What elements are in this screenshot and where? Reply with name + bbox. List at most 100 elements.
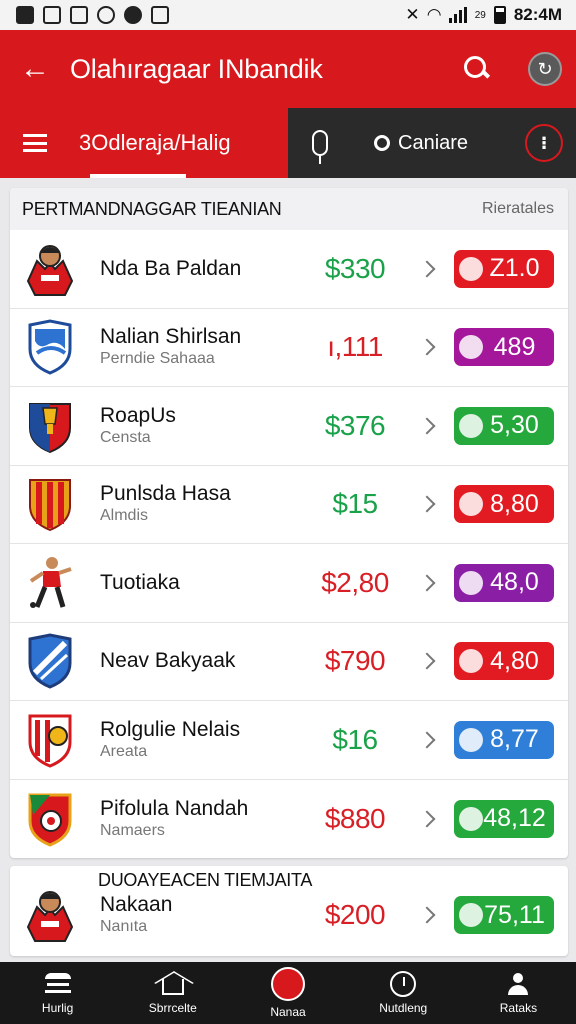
secondary-list-card: DUOAYEACEN TIEMJAITA Nakaan Nanıta $200 75,… — [10, 866, 568, 956]
row-names: Pifolula Nandah Namaers — [100, 797, 300, 841]
chevron-right-icon[interactable] — [418, 650, 440, 672]
battery-icon — [493, 6, 506, 24]
table-row[interactable]: Nalian Shirlsan Perndie Sahaaa ı,111 489 — [10, 309, 568, 387]
row-names: Tuotiaka — [100, 571, 300, 595]
table-row[interactable]: Punlsda Hasa Almdis $15 8,80 — [10, 466, 568, 544]
table-row[interactable]: RoapUs Censta $376 5,30 — [10, 387, 568, 466]
rating-badge[interactable]: 48,0 — [454, 563, 554, 602]
badge-value: 48,0 — [490, 568, 539, 597]
bank-icon — [44, 971, 71, 997]
row-subtitle: Nanıta — [100, 918, 148, 936]
microphone-icon[interactable] — [312, 130, 328, 164]
rating-badge[interactable]: 5,30 — [454, 406, 554, 445]
row-name: Nakaan — [100, 893, 173, 917]
team-logo-icon — [24, 791, 76, 847]
chevron-right-icon[interactable] — [418, 808, 440, 830]
rating-badge[interactable]: 8,77 — [454, 720, 554, 759]
chevron-right-icon[interactable] — [418, 572, 440, 594]
status-notifications — [16, 6, 169, 24]
notification-circle-icon — [97, 6, 115, 24]
team-logo-icon — [24, 398, 76, 454]
chevron-right-icon[interactable] — [418, 729, 440, 751]
status-bar: ✕ ◠ 29 82:4M — [0, 0, 576, 30]
row-price: $15 — [332, 488, 378, 520]
signal-icon — [448, 7, 467, 23]
row-price: $790 — [324, 645, 386, 677]
search-icon[interactable] — [462, 54, 492, 84]
list-header: PERTMANDNAGGAR TIEANIAN Rieratales — [10, 188, 568, 230]
badge-value: 48,12 — [483, 804, 546, 833]
team-logo-icon — [24, 633, 76, 689]
rating-badge[interactable]: 48,12 — [454, 799, 554, 838]
badge-value: 4,80 — [490, 646, 539, 675]
chevron-right-icon[interactable] — [418, 415, 440, 437]
row-name: Pifolula Nandah — [100, 796, 249, 820]
row-price: $2,80 — [321, 566, 389, 598]
compare-button[interactable]: Caniare — [374, 132, 468, 155]
team-logo-icon — [24, 712, 76, 768]
rating-badge[interactable]: 75,11 — [454, 896, 554, 935]
tab-active[interactable]: 3Odleraja/Halig — [79, 130, 231, 156]
badge-icon — [459, 806, 483, 831]
tab-section-secondary: Caniare ⁝ — [288, 108, 576, 178]
list-rows: Nda Ba Paldan $330 Z1.0 Nalian Shirlsan Pern… — [10, 230, 568, 858]
clock-icon — [390, 971, 417, 997]
rating-badge[interactable]: 489 — [454, 328, 554, 367]
badge-icon — [459, 570, 483, 595]
nav-item-hurlig[interactable]: Hurlig — [0, 962, 115, 1024]
table-row[interactable]: Nda Ba Paldan $330 Z1.0 — [10, 230, 568, 309]
wifi-icon: ◠ — [427, 5, 441, 24]
badge-value: Z1.0 — [489, 254, 540, 283]
chevron-right-icon[interactable] — [418, 493, 440, 515]
rating-badge[interactable]: Z1.0 — [454, 249, 554, 288]
chevron-right-icon[interactable] — [418, 258, 440, 280]
center-action-icon — [271, 967, 305, 1001]
menu-icon[interactable] — [23, 134, 47, 152]
back-arrow-icon[interactable]: ← — [20, 52, 70, 86]
chevron-right-icon[interactable] — [418, 336, 440, 358]
badge-value: 5,30 — [490, 411, 539, 440]
badge-icon — [459, 492, 483, 517]
row-price: $880 — [324, 802, 386, 834]
bluetooth-icon: ✕ — [405, 5, 420, 24]
row-names: Rolgulie Nelais Areata — [100, 718, 300, 762]
team-logo-icon — [24, 319, 76, 375]
more-options-button[interactable]: ⁝ — [525, 124, 563, 162]
row-names: RoapUs Censta — [100, 404, 300, 448]
badge-value: 489 — [493, 332, 536, 361]
rating-badge[interactable]: 4,80 — [454, 642, 554, 681]
row-subtitle: Almdis — [100, 507, 149, 525]
row-name: Tuotiaka — [100, 570, 180, 594]
notification-image-icon — [43, 6, 61, 24]
tab-section-primary: 3Odleraja/Halig — [0, 108, 288, 178]
row-subtitle: Censta — [100, 428, 151, 446]
chevron-right-icon[interactable] — [418, 904, 440, 926]
nav-label: Hurlig — [41, 1001, 74, 1015]
clock-time: 82:4M — [513, 5, 562, 24]
table-row[interactable]: Pifolula Nandah Namaers $880 48,12 — [10, 780, 568, 859]
table-row[interactable]: Nakaan Nanıta $200 75,11 — [10, 876, 568, 955]
table-row[interactable]: Tuotiaka $2,80 48,0 — [10, 544, 568, 623]
row-names: Nalian Shirlsan Perndie Sahaaa — [100, 325, 300, 369]
nav-label: Nanaa — [270, 1005, 306, 1019]
row-name: Punlsda Hasa — [100, 482, 231, 506]
home-icon — [160, 971, 186, 997]
table-row[interactable]: Neav Bakyaak $790 4,80 — [10, 623, 568, 701]
nav-item-user[interactable]: Rataks — [461, 962, 576, 1024]
profile-button[interactable]: ↻ — [528, 52, 562, 86]
badge-icon — [459, 727, 483, 752]
nav-item-clock[interactable]: Nutdleng — [346, 962, 461, 1024]
row-names: Neav Bakyaak — [100, 649, 300, 673]
team-logo-icon — [24, 887, 76, 943]
table-row[interactable]: Rolgulie Nelais Areata $16 8,77 — [10, 701, 568, 780]
badge-value: 8,77 — [490, 725, 539, 754]
list-action-link[interactable]: Rieratales — [482, 200, 554, 218]
rating-badge[interactable]: 8,80 — [454, 485, 554, 524]
team-logo-icon — [24, 241, 76, 297]
nav-item-center[interactable]: Nanaa — [230, 962, 345, 1024]
row-names: Punlsda Hasa Almdis — [100, 482, 300, 526]
nav-item-home[interactable]: Sbrrcelte — [115, 962, 230, 1024]
notification-square-icon — [151, 6, 169, 24]
nav-label: Sbrrcelte — [148, 1001, 197, 1015]
team-logo-icon — [24, 476, 76, 532]
